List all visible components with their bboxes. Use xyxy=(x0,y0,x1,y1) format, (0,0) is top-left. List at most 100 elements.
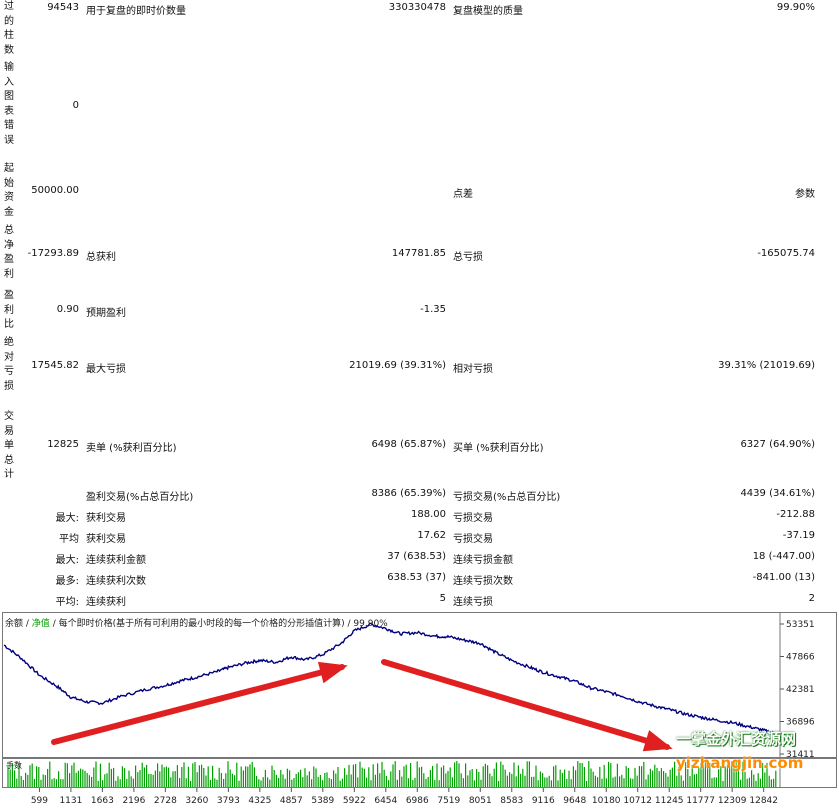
stat-label: 连续获利次数 xyxy=(86,576,146,587)
stat-right-label: 亏损交易 xyxy=(453,534,493,545)
stat-right-value: 18 (-447.00) xyxy=(752,551,815,562)
value-bars-in-test: 94543 xyxy=(47,2,79,13)
legend-description: 每个即时价格(基于所有可利用的最小时段的每一个价格的分形插值计算) xyxy=(58,619,345,629)
x-tick-label: 9648 xyxy=(563,796,586,806)
stat-value: 188.00 xyxy=(411,509,446,520)
stat-label: 获利交易 xyxy=(86,534,126,545)
label-initial-deposit: 起始资金 xyxy=(4,163,14,218)
stat-value: 17.62 xyxy=(417,530,446,541)
x-tick-label: 5922 xyxy=(343,796,366,806)
x-tick-label: 1663 xyxy=(91,796,114,806)
stat-right-label: 连续亏损次数 xyxy=(453,576,513,587)
value-chart-errors: 0 xyxy=(72,100,79,111)
stat-value: 8386 (65.39%) xyxy=(371,488,446,499)
value-total-trades: 12825 xyxy=(47,439,79,450)
x-tick-label: 2728 xyxy=(154,796,177,806)
value-ticks-modelled: 330330478 xyxy=(388,2,446,13)
label-gross-profit: 总获利 xyxy=(86,252,116,263)
legend-equity: 净值 xyxy=(31,619,50,629)
x-tick-label: 12309 xyxy=(718,796,747,806)
label-modelling-quality: 复盘模型的质量 xyxy=(453,6,523,17)
label-long-positions: 买单 (%获利百分比) xyxy=(453,443,544,454)
stat-value: 37 (638.53) xyxy=(387,551,446,562)
x-tick-label: 8051 xyxy=(469,796,492,806)
value-maximal-drawdown: 21019.69 (39.31%) xyxy=(349,360,446,371)
label-maximal-drawdown: 最大亏损 xyxy=(86,364,126,375)
x-tick-label: 10712 xyxy=(623,796,652,806)
value-gross-profit: 147781.85 xyxy=(391,248,446,259)
value-short-positions: 6498 (65.87%) xyxy=(371,439,446,450)
value-absolute-drawdown: 17545.82 xyxy=(31,360,79,371)
stat-value: 5 xyxy=(439,593,446,604)
value-gross-loss: -165075.74 xyxy=(757,248,815,259)
x-tick-label: 4857 xyxy=(280,796,303,806)
x-tick-label: 12842 xyxy=(749,796,778,806)
x-tick-label: 599 xyxy=(31,796,48,806)
stat-right-label: 亏损交易 xyxy=(453,513,493,524)
label-profit-factor: 盈利比 xyxy=(4,290,14,330)
legend-balance: 余额 xyxy=(5,619,24,629)
y-tick-label: 47866 xyxy=(786,653,815,663)
label-total-net-profit: 总净盈利 xyxy=(4,225,14,280)
value-relative-drawdown: 39.31% (21019.69) xyxy=(718,360,815,371)
stat-label: 连续获利 xyxy=(86,597,126,608)
label-spread: 点差 xyxy=(453,189,473,200)
stat-prefix: 平均 xyxy=(59,534,79,545)
stat-prefix: 最大: xyxy=(55,555,79,566)
label-ticks-modelled: 用于复盘的即时价数量 xyxy=(86,6,186,17)
label-bars-in-test: 过的柱数 xyxy=(4,1,14,56)
x-tick-label: 3793 xyxy=(217,796,240,806)
stat-prefix: 平均: xyxy=(55,597,79,608)
stat-right-label: 连续亏损金额 xyxy=(453,555,513,566)
volume-label: 手数 xyxy=(6,760,22,770)
label-chart-errors: 输入图表错误 xyxy=(4,62,14,146)
y-tick-label: 53351 xyxy=(786,620,815,630)
x-tick-label: 11777 xyxy=(686,796,715,806)
value-profit-factor: 0.90 xyxy=(56,304,79,315)
label-expected-payoff: 预期盈利 xyxy=(86,308,126,319)
value-modelling-quality: 99.90% xyxy=(776,2,815,13)
stat-right-value: 2 xyxy=(808,593,815,604)
stat-right-label: 亏损交易(%占总百分比) xyxy=(453,492,561,503)
value-expected-payoff: -1.35 xyxy=(420,304,446,315)
stat-right-label: 连续亏损 xyxy=(453,597,493,608)
stat-right-value: -212.88 xyxy=(776,509,815,520)
stat-right-value: -841.00 (13) xyxy=(752,572,815,583)
y-tick-label: 42381 xyxy=(786,685,815,695)
x-tick-label: 8583 xyxy=(500,796,523,806)
label-short-positions: 卖单 (%获利百分比) xyxy=(86,443,177,454)
x-tick-label: 6454 xyxy=(374,796,397,806)
value-total-net-profit: -17293.89 xyxy=(27,248,79,259)
x-tick-label: 4325 xyxy=(248,796,271,806)
value-initial-deposit: 50000.00 xyxy=(31,185,79,196)
chart-legend: 余额 / 净值 / 每个即时价格(基于所有可利用的最小时段的每一个价格的分形插值… xyxy=(5,619,388,629)
value-long-positions: 6327 (64.90%) xyxy=(740,439,815,450)
balance-chart: 5335147866423813689631411手数599 1131 1663 21… xyxy=(2,612,837,806)
stat-prefix: 最大: xyxy=(55,513,79,524)
stat-right-value: -37.19 xyxy=(782,530,815,541)
x-tick-label: 1131 xyxy=(59,796,82,806)
x-tick-label: 9116 xyxy=(532,796,555,806)
stat-value: 638.53 (37) xyxy=(387,572,446,583)
x-tick-label: 6986 xyxy=(406,796,429,806)
legend-quality: 99.90% xyxy=(353,619,388,629)
x-tick-label: 7519 xyxy=(437,796,460,806)
stat-label: 获利交易 xyxy=(86,513,126,524)
watermark-line2: yizhangjin.com xyxy=(676,754,804,772)
value-parameters: 参数 xyxy=(795,189,815,200)
y-tick-label: 36896 xyxy=(786,718,815,728)
x-tick-label: 11245 xyxy=(655,796,684,806)
label-absolute-drawdown: 绝对亏损 xyxy=(4,337,14,392)
x-tick-label: 10180 xyxy=(592,796,621,806)
stat-prefix: 最多: xyxy=(55,576,79,587)
stat-label: 盈利交易(%占总百分比) xyxy=(86,492,194,503)
x-tick-label: 3260 xyxy=(185,796,208,806)
x-tick-label: 2196 xyxy=(122,796,145,806)
stat-label: 连续获利金额 xyxy=(86,555,146,566)
label-gross-loss: 总亏损 xyxy=(453,252,483,263)
x-tick-label: 5389 xyxy=(311,796,334,806)
label-relative-drawdown: 相对亏损 xyxy=(453,364,493,375)
label-total-trades: 交易单总计 xyxy=(4,411,14,480)
watermark-line1: 一掌金外汇资源网 xyxy=(676,730,797,748)
stat-right-value: 4439 (34.61%) xyxy=(740,488,815,499)
